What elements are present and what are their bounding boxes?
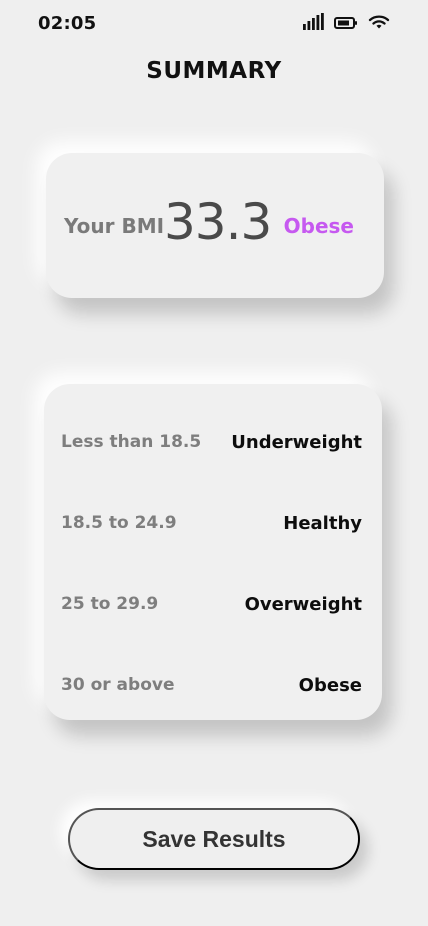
range-value: Less than 18.5 — [61, 432, 202, 452]
range-label: Obese — [298, 675, 362, 696]
status-icons — [302, 13, 390, 35]
range-value: 25 to 29.9 — [61, 594, 159, 614]
range-row-underweight: Less than 18.5 Underweight — [61, 432, 362, 458]
range-row-healthy: 18.5 to 24.9 Healthy — [61, 513, 362, 539]
status-time: 02:05 — [38, 13, 97, 34]
range-label: Healthy — [283, 513, 362, 534]
status-bar: 02:05 — [0, 0, 428, 48]
signal-icon — [302, 13, 324, 35]
bmi-value: 33.3 — [164, 193, 272, 251]
bmi-label: Your BMI — [64, 214, 165, 238]
save-results-button[interactable]: Save Results — [68, 808, 360, 870]
battery-icon — [334, 15, 358, 34]
range-row-obese: 30 or above Obese — [61, 675, 362, 701]
bmi-category: Obese — [283, 214, 354, 238]
range-row-overweight: 25 to 29.9 Overweight — [61, 594, 362, 620]
bmi-result-card: Your BMI 33.3 Obese — [46, 153, 384, 298]
range-value: 30 or above — [61, 675, 175, 695]
wifi-icon — [368, 14, 390, 34]
range-label: Underweight — [231, 432, 362, 453]
page-title: SUMMARY — [146, 58, 282, 84]
range-value: 18.5 to 24.9 — [61, 513, 177, 533]
bmi-ranges-card: Less than 18.5 Underweight 18.5 to 24.9 … — [44, 384, 382, 720]
range-label: Overweight — [244, 594, 362, 615]
